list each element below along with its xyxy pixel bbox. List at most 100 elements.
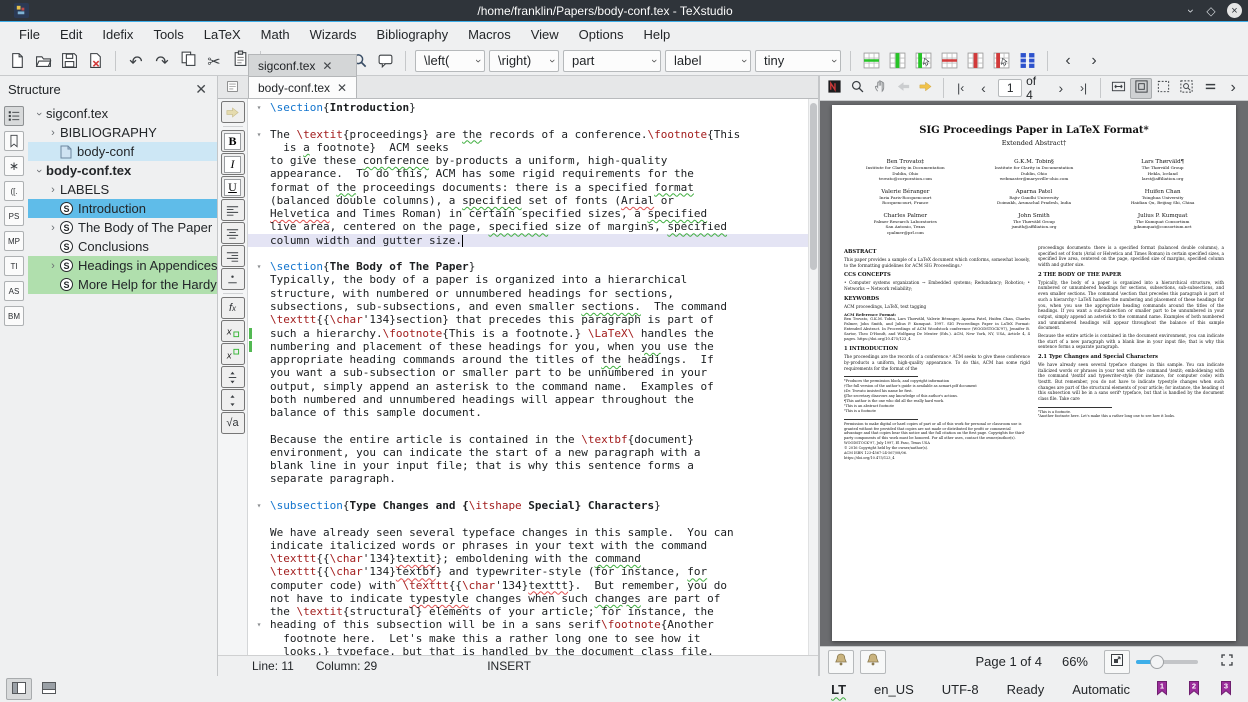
table-cut-column-button[interactable] [988, 48, 1014, 74]
code-line-14[interactable]: Typically, the body of a paper is organi… [248, 273, 818, 286]
close-button[interactable]: × [1227, 3, 1242, 18]
code-line-2[interactable] [248, 114, 818, 127]
side-tab-tikz[interactable]: TI [4, 256, 24, 276]
close-icon[interactable]: ✕ [322, 59, 332, 73]
pdf-menu-button[interactable] [1200, 78, 1222, 99]
code-line-18[interactable]: such a hierarchy.\footnote{This is a foo… [248, 327, 818, 340]
italic-button[interactable]: I [221, 153, 245, 175]
font-size-combo[interactable]: tiny› [755, 50, 841, 72]
cut-button[interactable]: ✂ [201, 50, 227, 76]
superscript-button[interactable]: x [221, 343, 245, 365]
open-file-button[interactable] [30, 48, 56, 74]
minimize-button[interactable]: › [1181, 2, 1201, 20]
fullscreen-button[interactable] [1214, 650, 1240, 674]
redo-button[interactable]: ↷ [149, 50, 175, 76]
table-align-columns-button[interactable] [1014, 48, 1040, 74]
menu-tools[interactable]: Tools [144, 24, 192, 45]
first-page-button[interactable]: |‹ [950, 78, 972, 99]
code-line-9[interactable]: Helvetica and Times Roman) in certain sp… [248, 207, 818, 220]
fold-marker[interactable]: ▾ [248, 499, 270, 512]
page-number-input[interactable]: 1 [998, 79, 1022, 97]
close-file-button[interactable] [82, 48, 108, 74]
pdf-viewport[interactable]: SIG Proceedings Paper in LaTeX Format* E… [820, 101, 1248, 646]
references-combo[interactable]: label› [665, 50, 751, 72]
align-left-button[interactable] [221, 199, 245, 221]
table-remove-row-button[interactable] [936, 48, 962, 74]
code-line-36[interactable]: \texttt{{\char'134}textbf} and typewrite… [248, 565, 818, 578]
structure-item-body-conf[interactable]: body-conf [28, 142, 217, 161]
close-icon[interactable]: ✕ [337, 81, 347, 95]
side-tab-symbols[interactable]: ∗ [4, 156, 24, 176]
fit-selection-button[interactable] [1153, 78, 1175, 99]
table-paste-column-button[interactable] [910, 48, 936, 74]
close-icon[interactable]: ✕ [193, 81, 209, 98]
menu-edit[interactable]: Edit [51, 24, 91, 45]
code-line-1[interactable]: ▾\section{Introduction} [248, 101, 818, 114]
undo-button[interactable]: ↶ [123, 50, 149, 76]
side-tab-beamer[interactable]: BM [4, 306, 24, 326]
toggle-sidebar-button[interactable] [6, 678, 32, 700]
right-delimiter-combo[interactable]: \right)› [489, 50, 559, 72]
menu-view[interactable]: View [522, 24, 568, 45]
code-line-10[interactable]: live area, centered on the page, specifi… [248, 220, 818, 233]
code-line-35[interactable]: \texttt{{\char'134}textit}; emboldening … [248, 552, 818, 565]
zoom-slider[interactable] [1136, 660, 1198, 664]
table-remove-column-button[interactable] [962, 48, 988, 74]
expander-icon[interactable]: › [46, 184, 60, 196]
zoom-selection-button[interactable] [1176, 78, 1198, 99]
side-tab-asymptote[interactable]: AS [4, 281, 24, 301]
table-add-column-button[interactable] [884, 48, 910, 74]
maximize-button[interactable]: ◇ [1201, 2, 1221, 20]
structure-item-body-conf-tex[interactable]: ›body-conf.tex [28, 161, 217, 180]
binom-button[interactable] [221, 389, 245, 411]
menu-latex[interactable]: LaTeX [195, 24, 250, 45]
code-line-23[interactable]: both numbered and unnumbered headings wi… [248, 393, 818, 406]
toggle-messages-panel-button[interactable] [36, 678, 62, 700]
expander-icon[interactable]: › [46, 222, 60, 234]
fold-marker[interactable]: ▾ [248, 260, 270, 273]
pdf-search-button[interactable] [847, 78, 869, 99]
bookmark-2-button[interactable]: 2 [1184, 679, 1204, 699]
expander-icon[interactable]: › [32, 108, 46, 120]
menu-idefix[interactable]: Idefix [93, 24, 142, 45]
structure-item-bibliography[interactable]: ›BIBLIOGRAPHY [28, 123, 217, 142]
left-delimiter-combo[interactable]: \left(› [415, 50, 485, 72]
code-line-4[interactable]: is a footnote} ACM seeks [248, 141, 818, 154]
code-line-33[interactable]: We have already seen several typeface ch… [248, 526, 818, 539]
structure-item-labels[interactable]: ›LABELS [28, 180, 217, 199]
last-page-button[interactable]: ›| [1073, 78, 1095, 99]
code-line-7[interactable]: format of the proceedings documents: the… [248, 181, 818, 194]
previous-page-button[interactable]: ‹ [973, 78, 995, 99]
code-line-15[interactable]: structure, with numbered or unnumbered h… [248, 287, 818, 300]
code-line-34[interactable]: indicate italicized words or phrases in … [248, 539, 818, 552]
menu-math[interactable]: Math [252, 24, 299, 45]
code-line-32[interactable] [248, 512, 818, 525]
copy-button[interactable] [175, 45, 201, 71]
code-line-16[interactable]: subsections, sub-subsections, and even s… [248, 300, 818, 313]
code-line-5[interactable]: to give these conference by-products a u… [248, 154, 818, 167]
tab-body-conf-tex[interactable]: body-conf.tex✕ [248, 76, 357, 98]
code-line-21[interactable]: you want a sub-subsection or smaller par… [248, 366, 818, 379]
code-line-24[interactable]: balance of this sample document. [248, 406, 818, 419]
code-line-26[interactable]: Because the entire article is contained … [248, 433, 818, 446]
code-line-37[interactable]: computer code) with \texttt{{\char'134}t… [248, 579, 818, 592]
side-tab-brackets[interactable]: ([. [4, 181, 24, 201]
save-file-button[interactable] [56, 48, 82, 74]
code-line-20[interactable]: appropriate heading commands around the … [248, 353, 818, 366]
code-line-41[interactable]: footnote here. Let's make this a rather … [248, 632, 818, 645]
menu-help[interactable]: Help [634, 24, 679, 45]
language-mode-selector[interactable]: Automatic [1072, 682, 1130, 697]
next-page-button[interactable]: › [1050, 78, 1072, 99]
structure-item-more-help-for-the-hardy[interactable]: SMore Help for the Hardy [28, 275, 217, 294]
bookmark-3-button[interactable]: 3 [1216, 679, 1236, 699]
code-line-17[interactable]: \texttt{{\char'134}section} that precede… [248, 313, 818, 326]
code-line-11[interactable]: column width and gutter size. [248, 234, 818, 247]
structure-item-sigconf-tex[interactable]: ›sigconf.tex [28, 104, 217, 123]
expander-icon[interactable]: › [32, 165, 46, 177]
code-line-27[interactable]: environment, you can indicate the start … [248, 446, 818, 459]
bookmark-1-button[interactable]: 1 [1152, 679, 1172, 699]
subscript-button[interactable]: x [221, 320, 245, 342]
code-line-28[interactable]: blank line in your input file; that is w… [248, 459, 818, 472]
grammar-check-indicator[interactable]: LT [831, 682, 846, 697]
structure-item-the-body-of-the-paper[interactable]: ›SThe Body of The Paper [28, 218, 217, 237]
